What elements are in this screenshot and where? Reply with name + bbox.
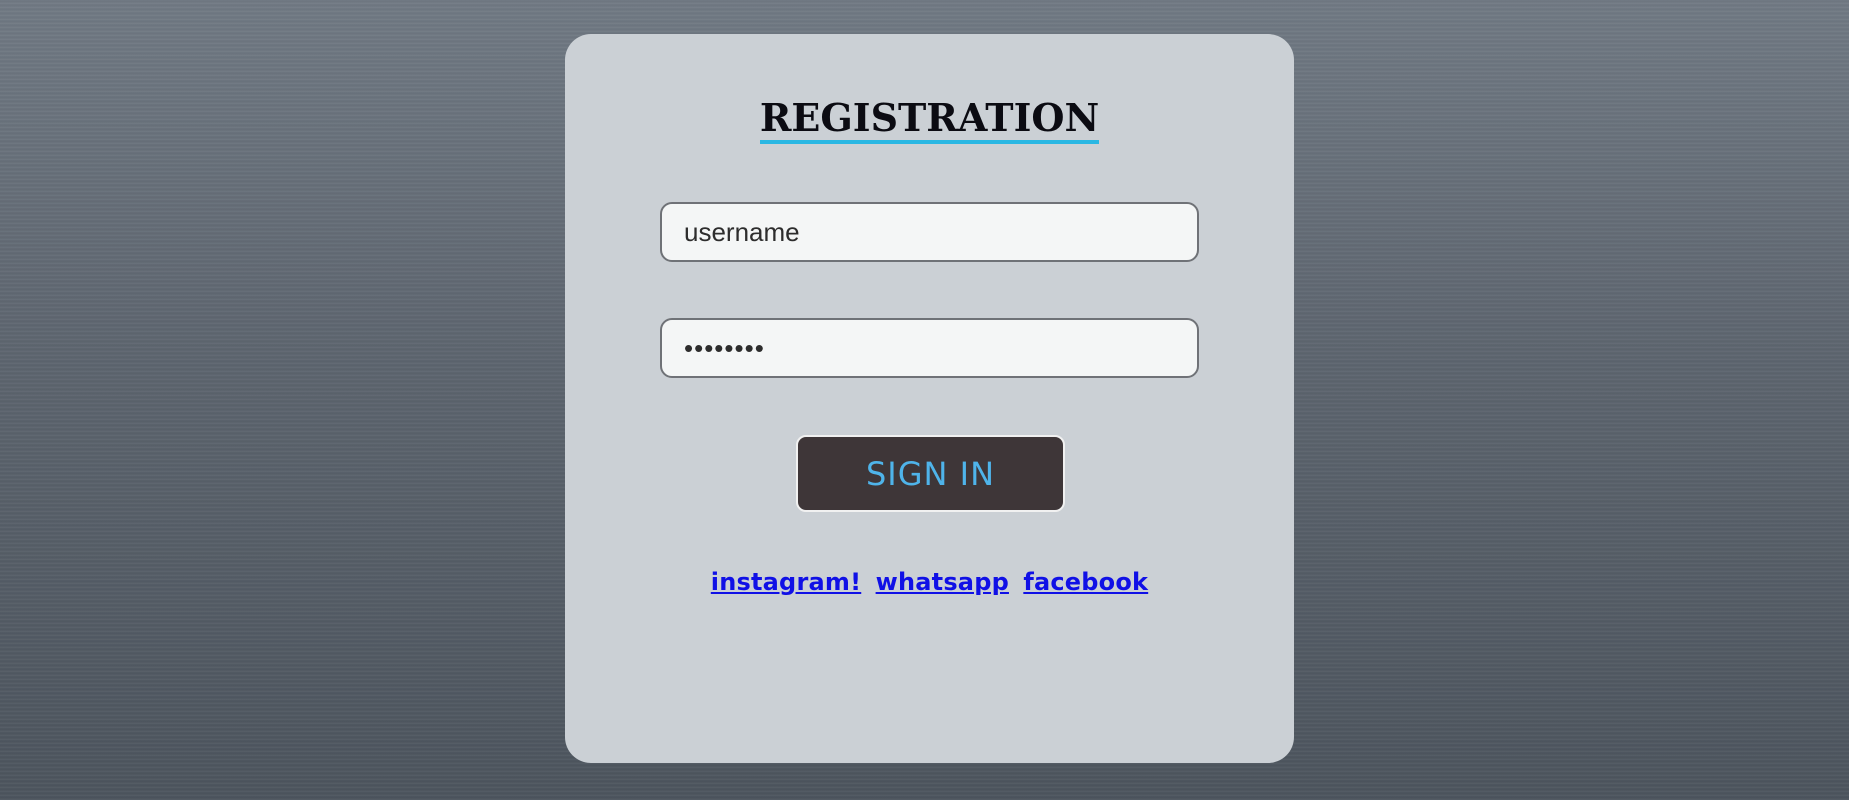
page-title: REGISTRATION <box>565 96 1294 144</box>
facebook-link[interactable]: facebook <box>1023 568 1148 596</box>
password-input[interactable] <box>660 318 1199 378</box>
instagram-link[interactable]: instagram! <box>711 568 861 596</box>
whatsapp-link[interactable]: whatsapp <box>876 568 1009 596</box>
username-input[interactable] <box>660 202 1199 262</box>
registration-card: REGISTRATION SIGN IN instagram! whatsapp… <box>565 34 1294 763</box>
title-text: REGISTRATION <box>759 96 1100 144</box>
sign-in-button[interactable]: SIGN IN <box>796 435 1065 512</box>
social-links: instagram! whatsapp facebook <box>565 568 1294 596</box>
